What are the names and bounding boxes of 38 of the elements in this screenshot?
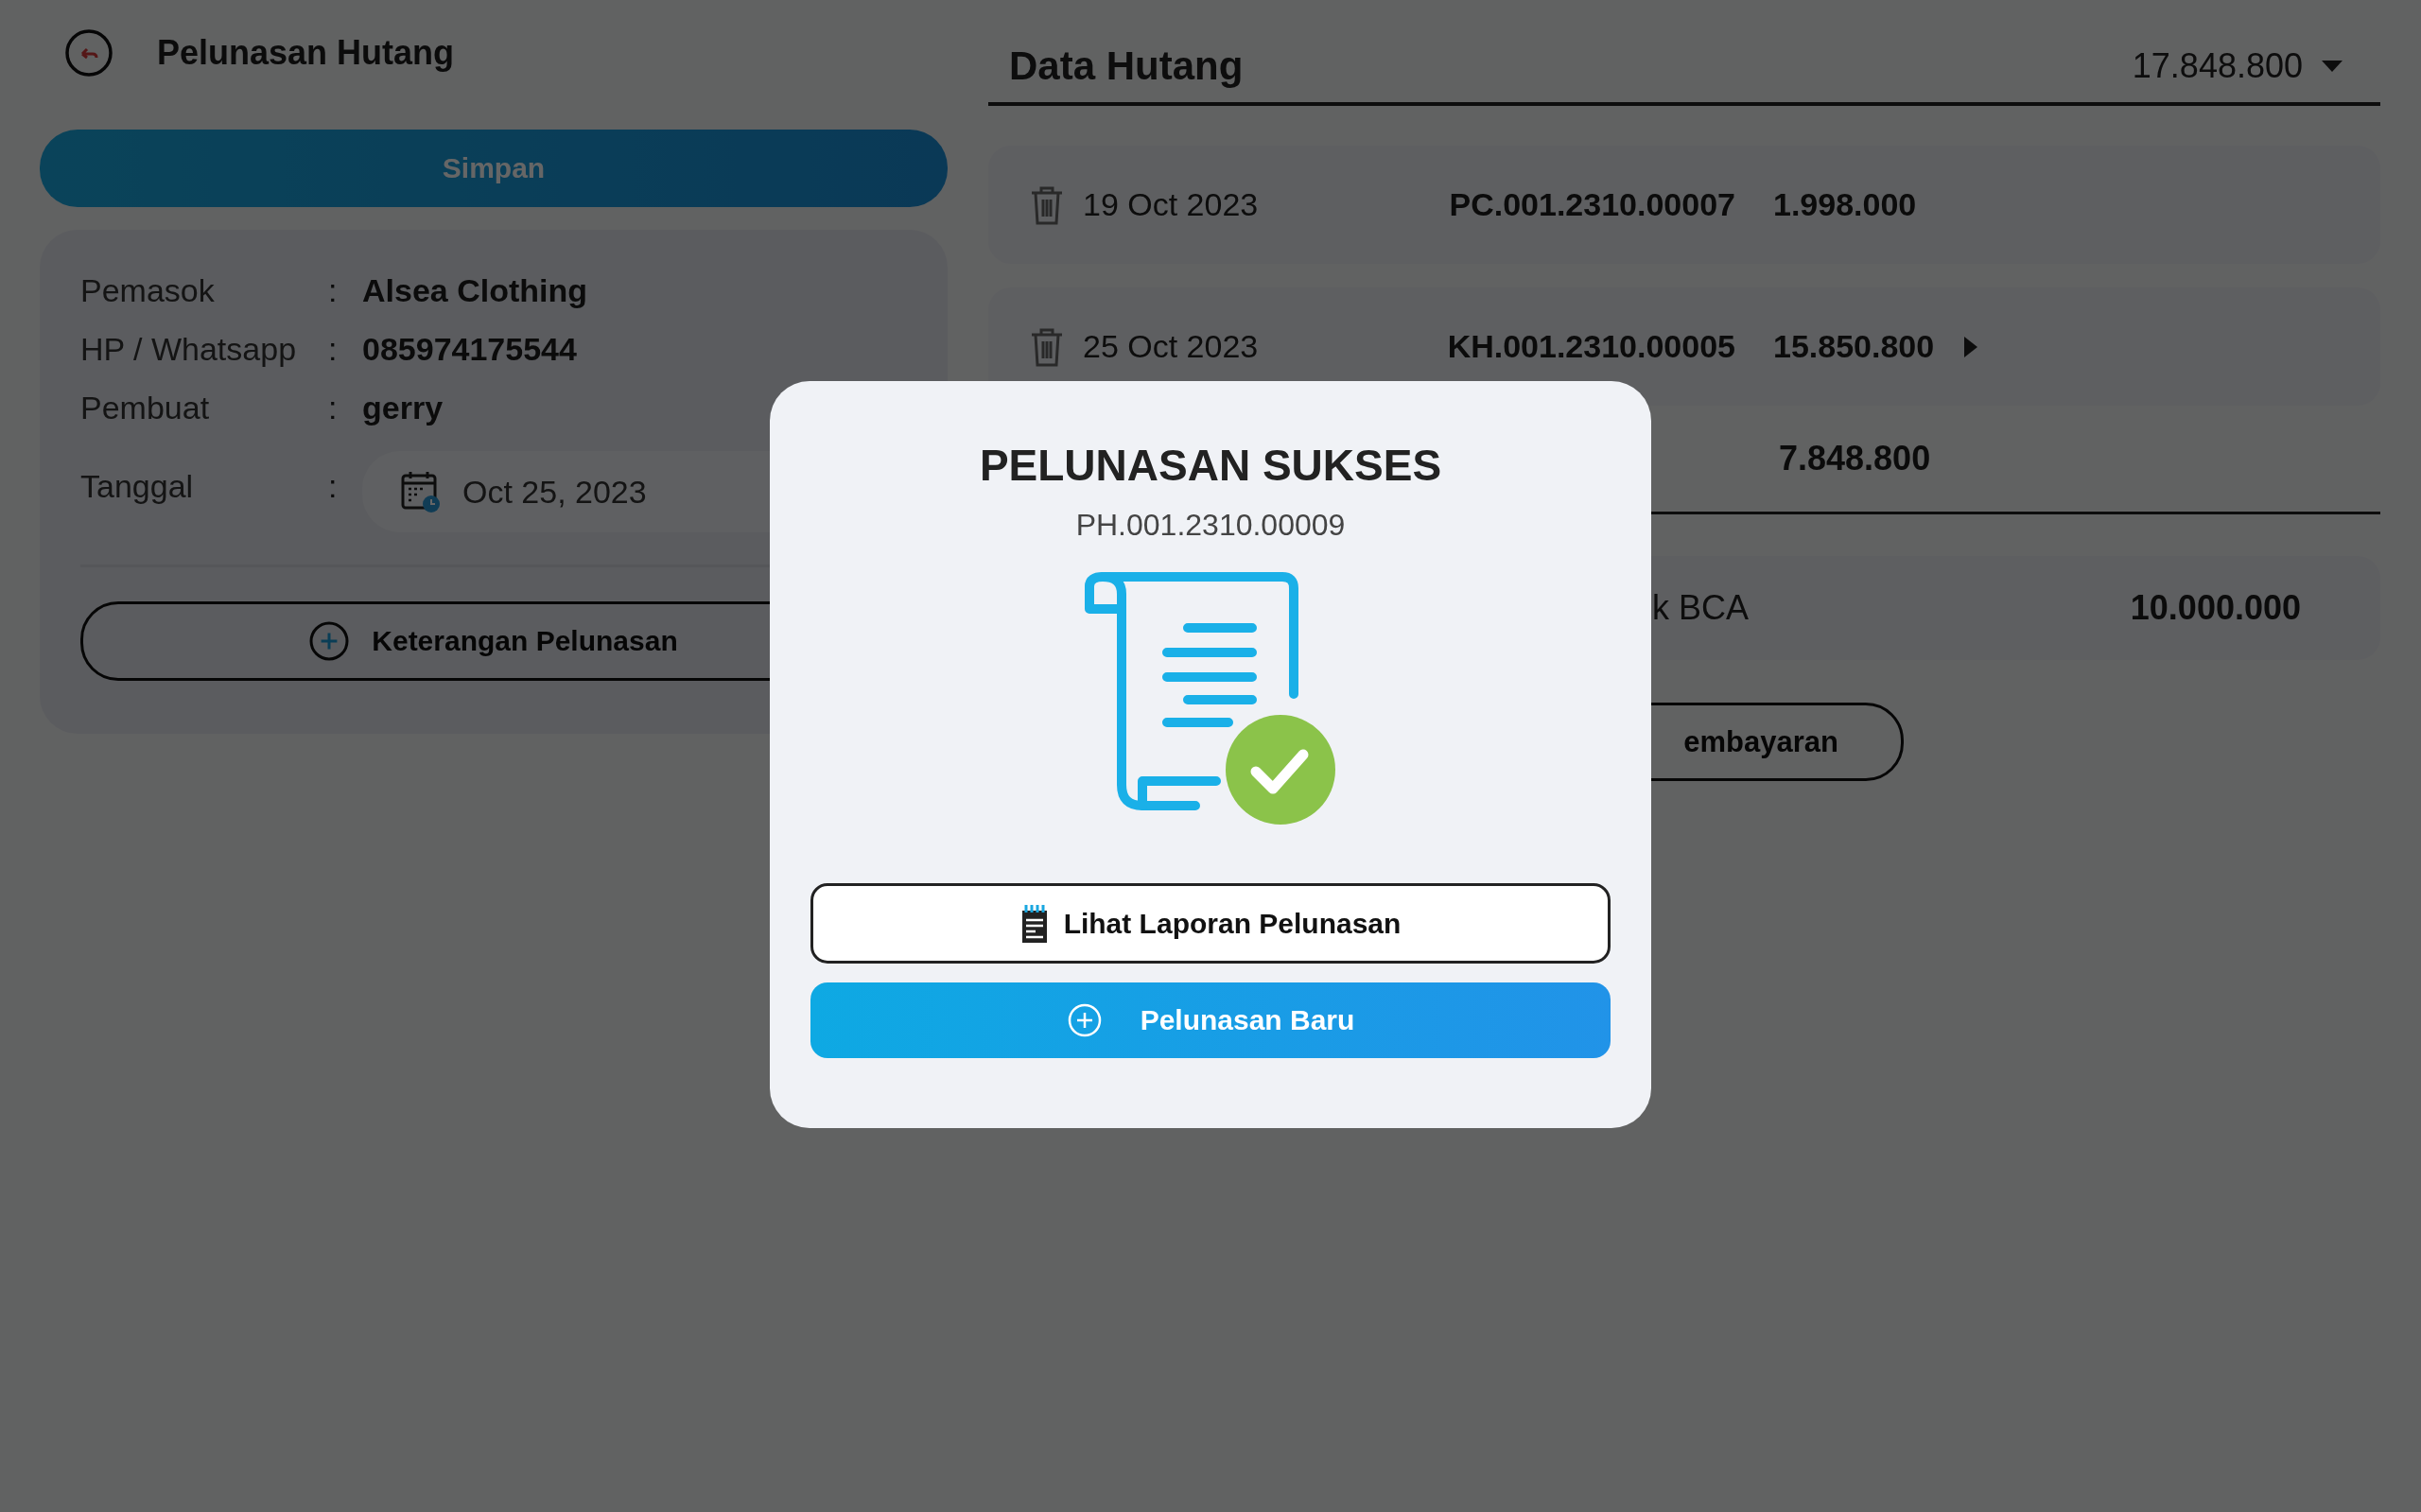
field-label: Pembuat bbox=[80, 389, 211, 426]
plus-circle-icon bbox=[1066, 1002, 1103, 1038]
debt-date: 25 Oct 2023 bbox=[1083, 328, 1260, 365]
calendar-icon bbox=[400, 470, 442, 513]
caret-down-icon[interactable] bbox=[2322, 61, 2343, 72]
field-separator: : bbox=[328, 271, 339, 309]
notepad-icon bbox=[1019, 902, 1049, 945]
summary-amount: 7.848.800 bbox=[1779, 439, 1931, 478]
dialog-title: PELUNASAN SUKSES bbox=[979, 440, 1442, 491]
back-icon[interactable] bbox=[64, 28, 113, 78]
field-label: HP / Whatsapp bbox=[80, 330, 298, 368]
plus-circle-icon bbox=[309, 621, 350, 661]
caret-right-icon[interactable] bbox=[1964, 336, 1978, 357]
debt-amount: 1.998.000 bbox=[1773, 186, 1917, 223]
save-button[interactable]: Simpan bbox=[40, 130, 948, 207]
date-value: Oct 25, 2023 bbox=[462, 473, 647, 511]
view-report-button[interactable]: Lihat Laporan Pelunasan bbox=[810, 883, 1611, 964]
new-payment-button[interactable]: Pelunasan Baru bbox=[810, 982, 1611, 1058]
field-value: gerry bbox=[362, 389, 444, 426]
field-value: Alsea Clothing bbox=[362, 271, 588, 309]
total-amount: 17.848.800 bbox=[2132, 46, 2303, 86]
payment-amount: 10.000.000 bbox=[2130, 588, 2301, 628]
debt-code: KH.001.2310.00005 bbox=[1446, 328, 1735, 365]
debt-date: 19 Oct 2023 bbox=[1083, 186, 1260, 223]
field-label: Pemasok bbox=[80, 271, 216, 309]
debt-amount: 15.850.800 bbox=[1773, 328, 1935, 365]
field-separator: : bbox=[328, 467, 339, 505]
field-value: 085974175544 bbox=[362, 330, 577, 368]
field-label: Tanggal bbox=[80, 467, 195, 505]
section-title: Data Hutang bbox=[1009, 43, 1244, 89]
page-title: Pelunasan Hutang bbox=[157, 33, 455, 73]
field-separator: : bbox=[328, 389, 339, 426]
trash-icon[interactable] bbox=[1030, 184, 1064, 225]
payment-code: PH.001.2310.00009 bbox=[1075, 508, 1346, 543]
debt-code: PC.001.2310.00007 bbox=[1448, 186, 1735, 223]
payment-method: k BCA bbox=[1652, 588, 1750, 628]
field-separator: : bbox=[328, 330, 339, 368]
trash-icon[interactable] bbox=[1030, 326, 1064, 367]
